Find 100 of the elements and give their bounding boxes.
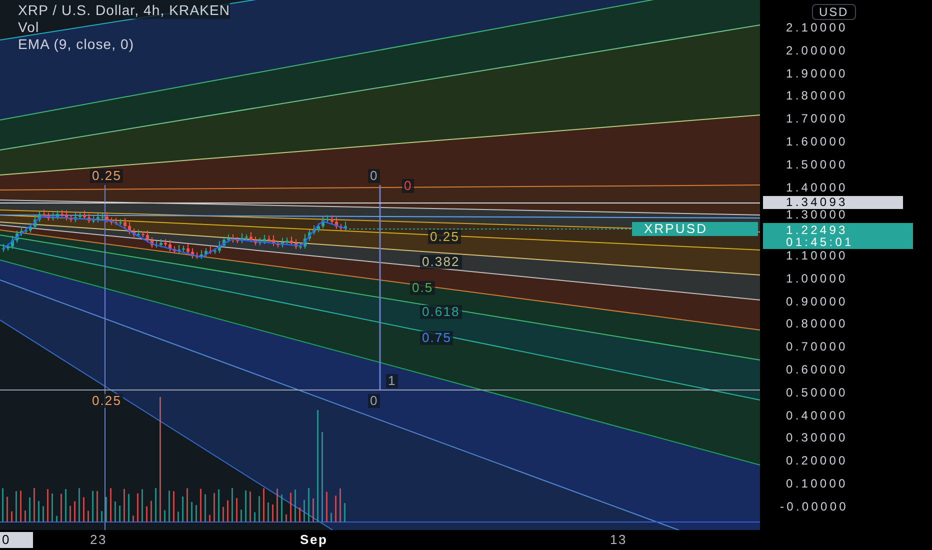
- price-tick-label: 1.00000: [786, 272, 848, 286]
- candle: [124, 218, 126, 229]
- fib-level-label: 0.382: [420, 255, 462, 269]
- candle: [290, 236, 293, 246]
- price-tick-label: 0.10000: [786, 478, 848, 490]
- candle: [160, 238, 162, 248]
- price-tick-label: 1.10000: [786, 250, 848, 262]
- fib-level-label: 0.25: [90, 169, 124, 183]
- candle: [200, 250, 203, 260]
- fib-level-label: 0.618: [420, 305, 462, 319]
- candle: [114, 217, 118, 226]
- candle: [11, 235, 14, 250]
- price-tick-label: 0.40000: [786, 409, 848, 422]
- candle: [34, 214, 36, 230]
- candle: [96, 212, 100, 224]
- candle: [20, 226, 23, 236]
- candle: [272, 234, 275, 246]
- fib-level-label: 1: [386, 374, 398, 388]
- candle: [222, 236, 226, 248]
- currency-button[interactable]: USD: [812, 4, 856, 20]
- bar-countdown: 01:45:01: [786, 236, 855, 248]
- candle: [6, 243, 10, 252]
- last-price: 1.22493: [786, 224, 849, 236]
- candle: [150, 236, 154, 248]
- candle: [101, 212, 104, 220]
- price-tick-label: 1.60000: [786, 136, 848, 148]
- candle: [335, 216, 338, 230]
- candle: [2, 244, 5, 252]
- candle: [16, 230, 18, 244]
- candle: [142, 230, 144, 238]
- fib-level-label: 0: [402, 179, 414, 193]
- candle: [281, 237, 284, 248]
- candle: [24, 226, 28, 234]
- candle: [236, 236, 239, 244]
- fib-level-label: 0.5: [410, 281, 436, 295]
- candle: [204, 248, 208, 258]
- candle: [254, 236, 257, 246]
- price-tick-label: 0.60000: [786, 364, 848, 376]
- candle: [56, 210, 59, 220]
- time-tick-label: 13: [610, 532, 628, 548]
- candle: [240, 232, 244, 244]
- candle: [214, 248, 216, 254]
- candle: [258, 237, 262, 246]
- price-line-label: 1.34093: [763, 196, 903, 209]
- candle: [132, 228, 136, 238]
- price-tick-label: 1.70000: [786, 112, 848, 126]
- candle: [227, 234, 230, 243]
- candle: [38, 210, 41, 222]
- candle: [330, 214, 334, 225]
- fib-level-label: 0.25: [428, 230, 462, 244]
- candle: [340, 223, 342, 231]
- fib-level-label: 0: [368, 169, 380, 183]
- candle: [218, 240, 221, 254]
- price-tick-label: 0.20000: [786, 454, 848, 468]
- price-tick-label: 1.40000: [786, 181, 848, 194]
- indicator-label: EMA (9, close, 0): [18, 36, 136, 53]
- price-tick-label: -0.00000: [780, 500, 848, 514]
- candle: [178, 244, 180, 254]
- candle: [88, 213, 90, 224]
- symbol-label: XRPUSD: [632, 222, 758, 236]
- candle: [276, 240, 280, 248]
- candle: [308, 229, 311, 242]
- candle: [191, 248, 194, 259]
- candle: [317, 222, 320, 233]
- candle: [286, 237, 288, 246]
- candle: [186, 244, 190, 255]
- price-tick-label: 1.80000: [786, 90, 848, 103]
- fib-level-label: 0.75: [420, 331, 454, 345]
- candle: [70, 214, 72, 222]
- candle: [245, 234, 248, 241]
- fib-level-label: 0: [368, 394, 380, 408]
- candle: [52, 212, 54, 222]
- candle: [106, 212, 108, 223]
- candle: [65, 210, 68, 221]
- candle: [268, 235, 270, 242]
- price-tick-label: 1.90000: [786, 67, 848, 80]
- indicator-label: Vol: [18, 19, 40, 36]
- candle: [250, 232, 252, 243]
- price-tick-label: 2.00000: [786, 44, 848, 58]
- price-tick-label: 0.90000: [786, 295, 848, 308]
- candle: [164, 238, 167, 248]
- candle: [312, 224, 316, 236]
- candle: [155, 240, 158, 248]
- candle: [263, 234, 266, 245]
- chart-title: XRP / U.S. Dollar, 4h, KRAKEN: [18, 2, 230, 19]
- candle: [294, 238, 298, 250]
- candle: [60, 210, 64, 218]
- price-tick-label: 0.30000: [786, 432, 848, 445]
- candle: [168, 240, 172, 252]
- cursor-time-label: 0: [0, 532, 33, 548]
- candle: [304, 234, 306, 250]
- candle: [209, 246, 212, 254]
- price-tick-label: 0.70000: [786, 340, 848, 354]
- candle: [119, 218, 122, 226]
- candle: [322, 216, 324, 229]
- price-tick-label: 1.50000: [786, 158, 848, 172]
- time-tick-label: 23: [90, 532, 108, 548]
- candle: [29, 222, 32, 234]
- candle: [128, 222, 131, 235]
- price-tick-label: 0.50000: [786, 386, 848, 400]
